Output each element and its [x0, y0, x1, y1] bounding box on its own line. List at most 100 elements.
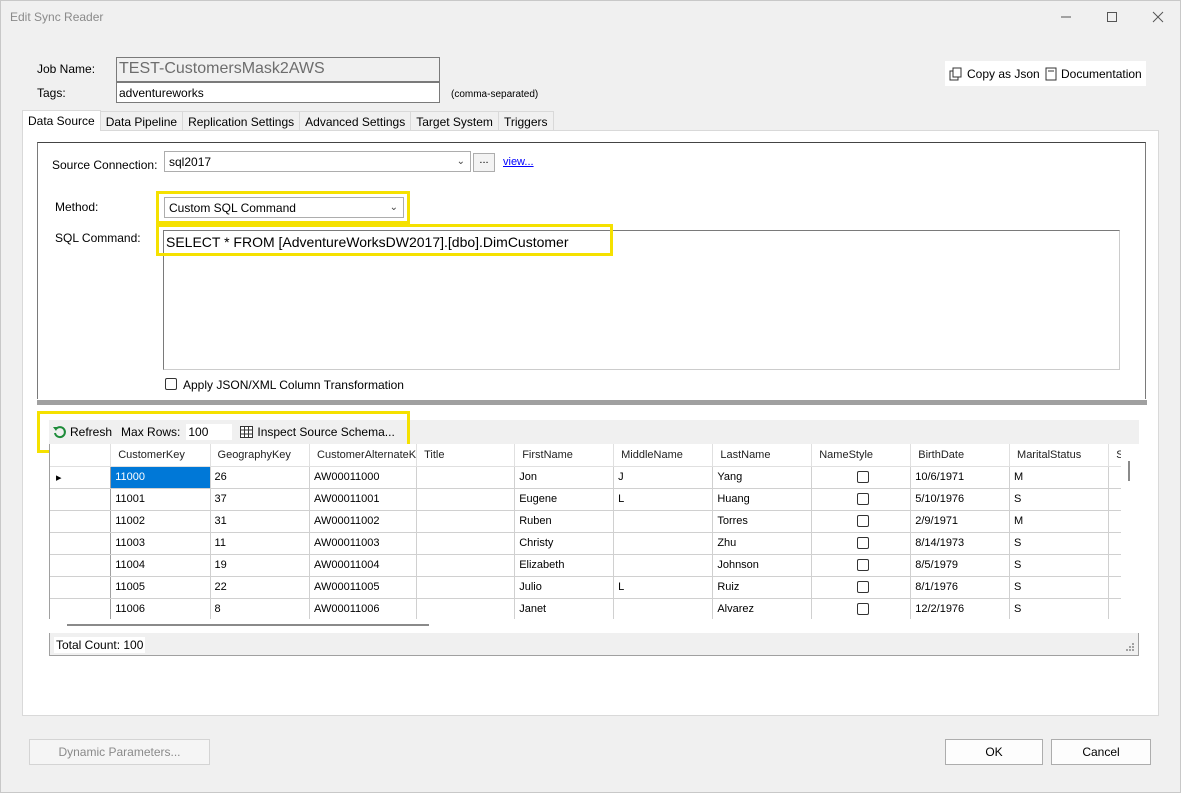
table-cell[interactable]: 19 [210, 554, 311, 577]
table-cell[interactable]: M [1009, 510, 1110, 533]
column-header[interactable]: NameStyle [811, 444, 912, 467]
namestyle-checkbox[interactable] [857, 493, 870, 506]
max-rows-input[interactable]: 100 [186, 424, 233, 440]
table-row[interactable]: 11002 31 AW00011002 Ruben Torres 2/9/1971 M [50, 510, 1139, 533]
table-cell[interactable]: 37 [210, 488, 311, 511]
table-cell[interactable]: 22 [210, 576, 311, 599]
table-row[interactable]: 11006 8 AW00011006 Janet Alvarez 12/2/1976 S [50, 598, 1139, 619]
table-cell[interactable]: Christy [514, 532, 615, 555]
column-header[interactable]: CustomerKey [110, 444, 211, 467]
table-cell[interactable]: 11 [210, 532, 311, 555]
table-cell[interactable]: AW00011000 [309, 466, 418, 489]
namestyle-checkbox[interactable] [857, 515, 870, 528]
table-cell[interactable]: S [1009, 598, 1110, 619]
table-cell[interactable]: 2/9/1971 [910, 510, 1011, 533]
table-cell[interactable]: Zhu [712, 532, 813, 555]
job-name-field[interactable]: TEST-CustomersMask2AWS [116, 57, 440, 82]
table-cell[interactable] [613, 554, 714, 577]
maximize-button[interactable] [1089, 5, 1135, 29]
table-cell[interactable]: 8/14/1973 [910, 532, 1011, 555]
column-header[interactable]: FirstName [514, 444, 615, 467]
table-cell[interactable]: 5/10/1976 [910, 488, 1011, 511]
table-cell[interactable]: 8/5/1979 [910, 554, 1011, 577]
table-cell[interactable] [613, 510, 714, 533]
table-cell[interactable]: AW00011005 [309, 576, 418, 599]
row-header[interactable] [50, 554, 112, 577]
table-cell[interactable] [613, 532, 714, 555]
table-cell[interactable]: 12/2/1976 [910, 598, 1011, 619]
table-cell[interactable]: 10/6/1971 [910, 466, 1011, 489]
source-connection-select[interactable]: sql2017 ⌄ [164, 151, 471, 172]
method-select[interactable]: Custom SQL Command ⌄ [164, 197, 404, 218]
namestyle-checkbox[interactable] [857, 559, 870, 572]
table-cell[interactable] [416, 598, 516, 619]
column-header[interactable]: MiddleName [613, 444, 714, 467]
table-row[interactable]: 11005 22 AW00011005 Julio L Ruiz 8/1/1976 S [50, 576, 1139, 599]
table-cell[interactable]: AW00011004 [309, 554, 418, 577]
table-cell[interactable]: S [1009, 576, 1110, 599]
tags-field[interactable]: adventureworks [116, 82, 440, 103]
row-header[interactable] [50, 488, 112, 511]
minimize-button[interactable] [1043, 5, 1089, 29]
row-header[interactable]: ▸ [50, 466, 112, 489]
scroll-thumb[interactable] [67, 624, 429, 626]
table-cell[interactable]: AW00011002 [309, 510, 418, 533]
table-cell[interactable]: Elizabeth [514, 554, 615, 577]
table-cell[interactable] [811, 576, 912, 599]
tab-data-pipeline[interactable]: Data Pipeline [99, 111, 184, 131]
row-header[interactable] [50, 532, 112, 555]
copy-as-json-button[interactable]: Copy as Json [945, 61, 1044, 86]
table-row[interactable]: 11003 11 AW00011003 Christy Zhu 8/14/1973 S [50, 532, 1139, 555]
namestyle-checkbox[interactable] [857, 581, 870, 594]
tab-replication-settings[interactable]: Replication Settings [182, 111, 301, 131]
table-cell[interactable] [416, 532, 516, 555]
table-cell[interactable]: AW00011003 [309, 532, 418, 555]
column-header[interactable]: CustomerAlternateK [309, 444, 418, 467]
table-cell[interactable]: Alvarez [712, 598, 813, 619]
column-header[interactable]: GeographyKey [210, 444, 311, 467]
view-connection-link[interactable]: view... [503, 156, 534, 168]
tab-triggers[interactable]: Triggers [497, 111, 554, 131]
table-cell[interactable]: AW00011001 [309, 488, 418, 511]
row-header[interactable] [50, 598, 112, 619]
table-cell[interactable]: Yang [712, 466, 813, 489]
table-cell[interactable]: 11005 [110, 576, 211, 599]
refresh-button[interactable]: Refresh [53, 425, 112, 439]
table-cell[interactable]: Ruben [514, 510, 615, 533]
table-cell[interactable] [416, 510, 516, 533]
namestyle-checkbox[interactable] [857, 537, 870, 550]
sql-command-input[interactable]: SELECT * FROM [AdventureWorksDW2017].[db… [163, 230, 1120, 370]
table-cell[interactable]: J [613, 466, 714, 489]
table-cell[interactable]: Eugene [514, 488, 615, 511]
table-cell[interactable]: L [613, 576, 714, 599]
table-cell[interactable] [811, 510, 912, 533]
dynamic-parameters-button[interactable]: Dynamic Parameters... [29, 739, 210, 765]
table-cell[interactable]: Janet [514, 598, 615, 619]
resize-grip-icon[interactable] [1125, 642, 1135, 652]
table-cell[interactable] [613, 598, 714, 619]
table-cell[interactable]: 8/1/1976 [910, 576, 1011, 599]
table-cell[interactable]: 11003 [110, 532, 211, 555]
transform-checkbox[interactable] [165, 378, 177, 390]
table-cell[interactable] [811, 554, 912, 577]
table-cell[interactable]: Ruiz [712, 576, 813, 599]
table-cell[interactable]: 11004 [110, 554, 211, 577]
namestyle-checkbox[interactable] [857, 603, 870, 616]
table-cell[interactable]: Jon [514, 466, 615, 489]
table-row[interactable]: ▸ 11000 26 AW00011000 Jon J Yang 10/6/1971 M [50, 466, 1139, 489]
documentation-button[interactable]: Documentation [1041, 61, 1146, 86]
table-cell[interactable]: S [1009, 554, 1110, 577]
table-row[interactable]: 11001 37 AW00011001 Eugene L Huang 5/10/1976 S [50, 488, 1139, 511]
row-header[interactable] [50, 510, 112, 533]
row-header[interactable] [50, 576, 112, 599]
tab-data-source[interactable]: Data Source [22, 110, 101, 131]
table-cell[interactable]: 8 [210, 598, 311, 619]
table-cell[interactable] [811, 532, 912, 555]
tab-advanced-settings[interactable]: Advanced Settings [299, 111, 412, 131]
table-cell[interactable] [416, 466, 516, 489]
table-cell[interactable]: Johnson [712, 554, 813, 577]
table-cell[interactable] [416, 554, 516, 577]
table-cell[interactable]: Huang [712, 488, 813, 511]
scroll-thumb[interactable] [1128, 461, 1130, 481]
browse-connection-button[interactable]: ... [473, 153, 495, 172]
